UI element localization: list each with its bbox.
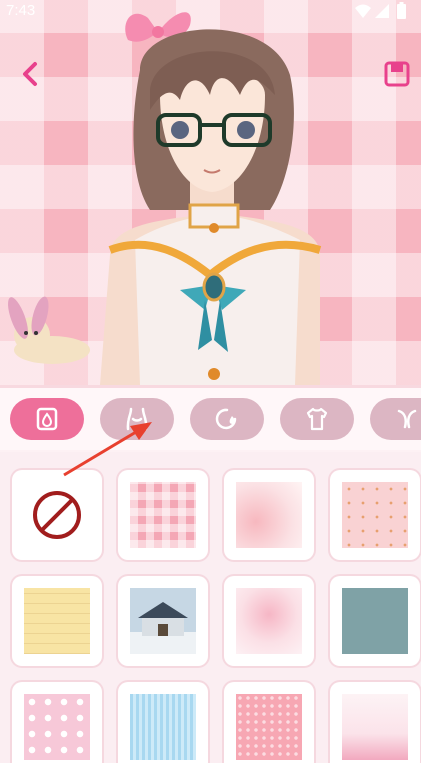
status-icons	[355, 2, 406, 19]
bunny-plush	[8, 296, 90, 364]
bg-option-pink-flowers[interactable]	[330, 682, 420, 763]
back-chevron-left-icon[interactable]	[18, 60, 44, 88]
none-icon	[33, 491, 81, 539]
thumbnail-pink-dots	[342, 482, 408, 548]
thumbnail-blue-texture	[342, 588, 408, 654]
bg-option-blue-stripes[interactable]	[118, 682, 208, 763]
save-icon[interactable]	[383, 60, 411, 88]
signal-icon	[375, 4, 389, 18]
thumbnail-pink-watercolor	[236, 482, 302, 548]
battery-icon	[397, 2, 406, 19]
bg-option-pink-pattern[interactable]	[224, 682, 314, 763]
thumbnail-pink-sakura	[236, 588, 302, 654]
bg-option-pink-watercolor[interactable]	[224, 470, 314, 560]
tab-more[interactable]	[370, 398, 421, 440]
tab-body[interactable]	[100, 398, 174, 440]
bg-option-bunny-pattern[interactable]	[12, 682, 102, 763]
status-time: 7:43	[6, 2, 36, 19]
bg-option-pink-plaid[interactable]	[118, 470, 208, 560]
background-icon	[36, 407, 58, 431]
thumbnail-snowy-house	[130, 588, 196, 654]
thumbnail-yellow-paper	[24, 588, 90, 654]
status-bar: 7:43	[0, 0, 421, 22]
skin-icon	[215, 408, 237, 430]
bg-option-pink-sakura[interactable]	[224, 576, 314, 666]
thumbnail-pink-flowers	[342, 694, 408, 760]
thumbnail-pink-pattern	[236, 694, 302, 760]
bow-icon	[397, 409, 417, 429]
body-icon	[126, 407, 148, 431]
background-grid	[0, 452, 421, 763]
character-preview: 7:43	[0, 0, 421, 385]
tab-skin[interactable]	[190, 398, 264, 440]
thumbnail-blue-stripes	[130, 694, 196, 760]
bg-option-blue-texture[interactable]	[330, 576, 420, 666]
category-tabs	[0, 388, 421, 450]
character-illustration	[8, 12, 322, 385]
bg-option-yellow-paper[interactable]	[12, 576, 102, 666]
thumbnail-pink-plaid	[130, 482, 196, 548]
bg-option-none[interactable]	[12, 470, 102, 560]
bg-option-snowy-house[interactable]	[118, 576, 208, 666]
tab-top[interactable]	[280, 398, 354, 440]
wifi-icon	[355, 4, 371, 18]
shirt-icon	[306, 407, 328, 431]
bg-option-pink-dots[interactable]	[330, 470, 420, 560]
thumbnail-bunny-pattern	[24, 694, 90, 760]
tab-background[interactable]	[10, 398, 84, 440]
